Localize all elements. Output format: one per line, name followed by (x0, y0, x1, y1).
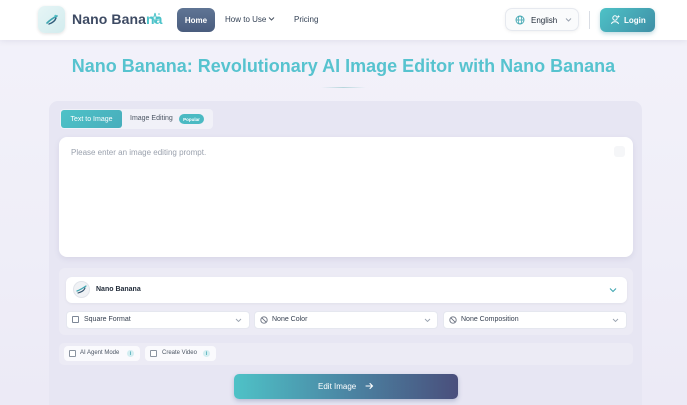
header-divider (589, 11, 590, 29)
nav-pricing[interactable]: Pricing (294, 15, 318, 24)
sparkle-icon (149, 12, 161, 24)
chevron-down-icon (612, 318, 619, 323)
page-title: Nano Banana: Revolutionary AI Image Edit… (71, 56, 616, 76)
chevron-down-icon[interactable] (609, 287, 617, 293)
login-button[interactable]: Login (600, 8, 655, 32)
login-label: Login (624, 16, 646, 25)
square-format-icon (72, 316, 79, 323)
logo-icon[interactable] (38, 6, 65, 33)
format-label: Square Format (84, 316, 131, 323)
tab-image-editing[interactable]: Image Editing (130, 115, 173, 122)
language-selector[interactable]: English (505, 8, 579, 31)
globe-icon (515, 15, 525, 25)
agent-mode-checkbox[interactable] (69, 350, 76, 357)
nav-how-to-use[interactable]: How to Use (225, 15, 266, 24)
model-select[interactable] (66, 277, 627, 303)
chevron-down-icon (235, 318, 242, 323)
popular-badge: Popular (179, 114, 204, 124)
model-name: Nano Banana (96, 286, 141, 293)
tab-text-to-image[interactable]: Text to Image (61, 110, 122, 128)
edit-image-label: Edit Image (318, 382, 357, 391)
chevron-down-icon (565, 18, 572, 22)
info-icon[interactable]: i (203, 350, 210, 357)
chevron-down-icon[interactable] (268, 16, 275, 22)
color-label: None Color (272, 316, 308, 323)
nav-home[interactable]: Home (177, 8, 215, 32)
title-divider (321, 87, 366, 88)
prompt-action-button[interactable] (614, 146, 625, 157)
prompt-placeholder: Please enter an image editing prompt. (71, 148, 207, 157)
agent-mode-label: AI Agent Mode (80, 350, 120, 356)
ban-icon (260, 316, 268, 324)
create-video-label: Create Video (162, 350, 197, 356)
language-label: English (531, 16, 558, 25)
info-icon[interactable]: i (127, 350, 134, 357)
arrow-right-icon (365, 382, 374, 390)
model-logo-icon (73, 281, 90, 298)
ban-icon (449, 316, 457, 324)
create-video-checkbox[interactable] (150, 350, 157, 357)
composition-label: None Composition (461, 316, 519, 323)
chevron-down-icon (424, 318, 431, 323)
user-icon (611, 15, 620, 25)
